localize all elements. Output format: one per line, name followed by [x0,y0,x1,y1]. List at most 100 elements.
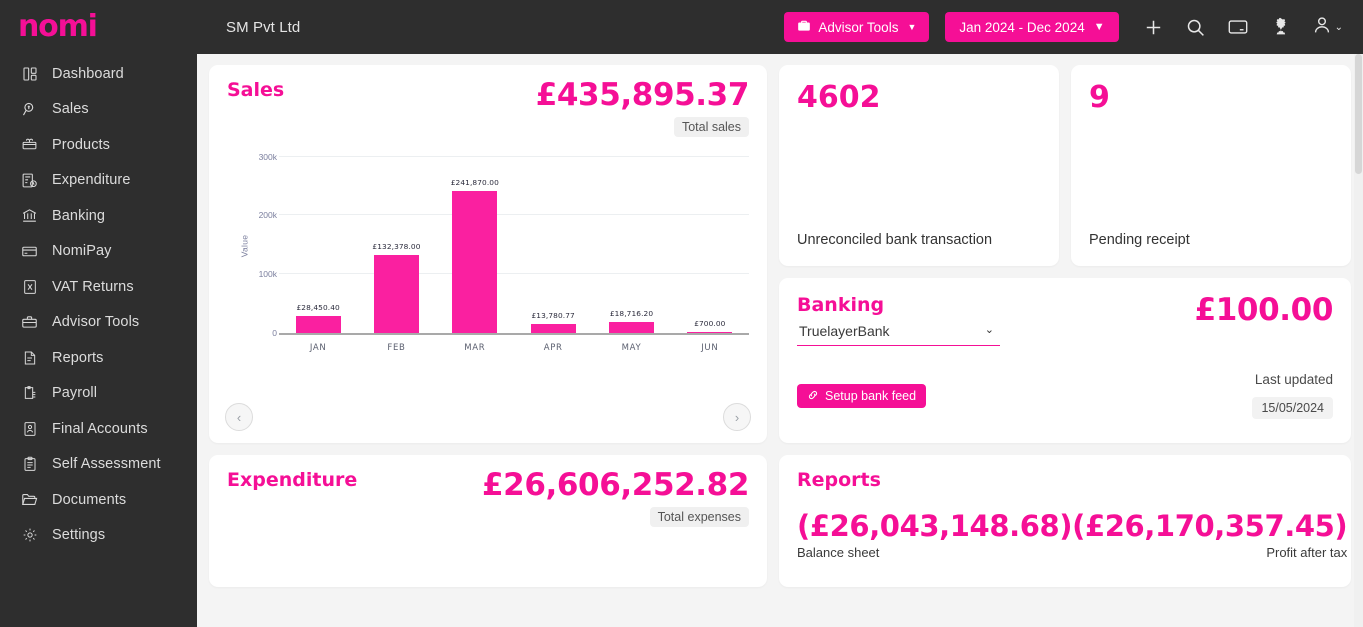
chart-y-tick-label: 0 [272,327,277,338]
sidebar-item-dashboard[interactable]: Dashboard [0,56,197,92]
sidebar-item-label: Advisor Tools [52,314,140,331]
expenditure-card-header: Expenditure £26,606,252.82 Total expense… [227,469,749,527]
banking-balance-amount: £100.00 [1194,292,1334,328]
carousel-prev-button[interactable]: ‹ [225,403,253,431]
bank-account-select[interactable]: TruelayerBank [797,319,1000,346]
chart-bar[interactable] [373,254,419,333]
scrollbar-thumb[interactable] [1355,54,1362,174]
chart-bar[interactable] [452,190,498,333]
expenditure-card: Expenditure £26,606,252.82 Total expense… [209,455,767,587]
sidebar-item-vat-returns[interactable]: VAT Returns [0,269,197,305]
pending-receipt-count: 9 [1089,80,1110,115]
chart-x-tick-labels: JAN FEB MAR APR MAY JUN [279,343,749,357]
sidebar-item-settings[interactable]: Settings [0,518,197,554]
date-range-button[interactable]: Jan 2024 - Dec 2024 ▼ [945,12,1119,42]
sidebar-item-advisor-tools[interactable]: Advisor Tools [0,305,197,341]
chart-bar-group[interactable]: £132,378.00 [357,157,435,333]
chart-bar-value-label: £241,870.00 [450,177,499,187]
bank-select-wrap: TruelayerBank ⌄ [797,319,1000,346]
sidebar-item-label: Banking [52,207,106,224]
sidebar-item-products[interactable]: Products [0,127,197,163]
sidebar-item-label: Expenditure [52,172,131,189]
sales-total-amount: £435,895.37 [535,77,750,113]
sales-bar-chart: Value 0 100k 200k 300k £28,450.40 £132,378.0… [227,152,749,363]
sidebar-item-label: Dashboard [52,65,124,82]
chevron-right-icon: › [734,409,740,425]
plus-icon[interactable] [1133,6,1175,48]
reports-figures: (£26,043,148.68) Balance sheet (£26,170,… [797,509,1348,560]
expenditure-total-caption: Total expenses [649,506,749,527]
sidebar-item-label: Payroll [52,385,98,402]
card-icon [20,242,39,261]
chart-x-tick-label: FEB [387,342,406,353]
dashboard-row-2: Expenditure £26,606,252.82 Total expense… [209,455,1351,587]
user-icon [1311,14,1333,41]
sidebar-item-label: VAT Returns [52,278,134,295]
sidebar-item-expenditure[interactable]: Expenditure [0,163,197,199]
sidebar-item-banking[interactable]: Banking [0,198,197,234]
user-menu-button[interactable]: ⌄ [1301,14,1349,41]
search-icon[interactable] [1175,6,1217,48]
chart-bar-group[interactable]: £28,450.40 [279,157,357,333]
sidebar-item-nomipay[interactable]: NomiPay [0,234,197,270]
chart-plot-area: £28,450.40 £132,378.00 £241,870.00 £13,780.… [279,157,749,333]
sidebar-item-label: NomiPay [52,243,112,260]
pending-receipt-card[interactable]: 9 Pending receipt [1071,65,1351,266]
chart-bar[interactable] [295,315,341,333]
sidebar-item-label: Documents [52,491,127,508]
banking-card-title: Banking [797,294,885,316]
banking-left: Banking TruelayerBank ⌄ [797,294,1000,346]
sidebar-item-label: Reports [52,349,104,366]
chart-bar-value-label: £13,780.77 [531,311,575,321]
sidebar-item-final-accounts[interactable]: Final Accounts [0,411,197,447]
sidebar-item-self-assessment[interactable]: Self Assessment [0,447,197,483]
chart-bar-group[interactable]: £241,870.00 [436,157,514,333]
reports-card-title: Reports [797,469,881,491]
folder-icon [20,490,39,509]
expenditure-icon [20,171,39,190]
chart-bar[interactable] [608,321,654,333]
chart-bar[interactable] [530,324,576,333]
sidebar-item-payroll[interactable]: Payroll [0,376,197,412]
reports-card: Reports (£26,043,148.68) Balance sheet (… [779,455,1351,587]
sidebar-item-label: Sales [52,101,89,118]
chevron-down-icon: ▼ [1093,21,1105,33]
expenditure-total-amount: £26,606,252.82 [482,467,749,503]
sales-icon [20,100,39,119]
logo-text: nomi [18,9,98,44]
briefcase-icon [20,313,39,332]
advisor-tools-button[interactable]: Advisor Tools ▼ [784,12,930,42]
app-logo[interactable]: nomi [0,0,197,54]
last-updated-date: 15/05/2024 [1252,397,1333,419]
balance-sheet-figure[interactable]: (£26,043,148.68) Balance sheet [797,509,1073,560]
advisor-tools-label: Advisor Tools [818,19,899,35]
chart-bar-group[interactable]: £700.00 [671,157,749,333]
balance-sheet-value: (£26,043,148.68) [797,509,1073,543]
chart-bar[interactable] [687,331,733,333]
unreconciled-bank-transaction-card[interactable]: 4602 Unreconciled bank transaction [779,65,1059,266]
top-bar: nomi SM Pvt Ltd Advisor Tools ▼ Jan 2024… [0,0,1363,54]
bank-icon [20,206,39,225]
date-range-label: Jan 2024 - Dec 2024 [959,19,1085,35]
chart-x-tick-label: JAN [309,342,327,353]
carousel-next-button[interactable]: › [723,403,751,431]
card-icon[interactable] [1217,6,1259,48]
sales-total-block: £435,895.37 Total sales [536,79,749,137]
page-scrollbar[interactable] [1354,54,1363,627]
sidebar-item-reports[interactable]: Reports [0,340,197,376]
chart-bar-group[interactable]: £13,780.77 [514,157,592,333]
pending-receipt-label: Pending receipt [1089,232,1190,249]
sidebar-item-sales[interactable]: Sales [0,92,197,128]
vat-icon [20,277,39,296]
banking-card-header: Banking TruelayerBank ⌄ £100.00 [797,294,1333,346]
setup-bank-feed-button[interactable]: Setup bank feed [797,384,927,408]
unreconciled-label: Unreconciled bank transaction [797,232,993,249]
chevron-left-icon: ‹ [236,409,242,425]
link-icon [807,389,819,404]
clipboard-icon [20,455,39,474]
sidebar-item-documents[interactable]: Documents [0,482,197,518]
hmrc-crest-icon[interactable] [1259,6,1301,48]
chart-bar-group[interactable]: £18,716.20 [592,157,670,333]
sidebar-item-label: Settings [52,527,106,544]
profit-after-tax-figure[interactable]: (£26,170,357.45) Profit after tax [1072,510,1348,560]
